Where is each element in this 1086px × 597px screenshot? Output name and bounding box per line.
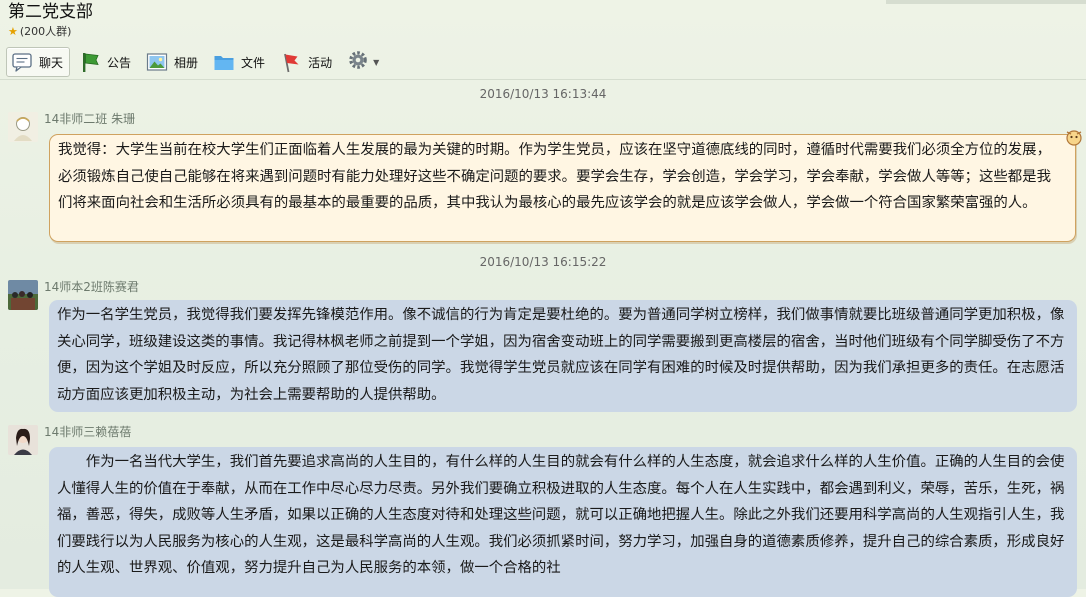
- star-icon: ★: [8, 25, 18, 38]
- tab-files[interactable]: 文件: [209, 47, 271, 77]
- tab-chat-label: 聊天: [39, 55, 64, 70]
- message-timestamp: 2016/10/13 16:15:22: [479, 255, 607, 269]
- tab-chat[interactable]: 聊天: [6, 47, 71, 77]
- message-bubble: 作为一名学生党员，我觉得我们要发挥先锋模范作用。像不诚信的行为肯定是要杜绝的。要…: [49, 300, 1077, 412]
- album-photo-icon: [146, 51, 168, 73]
- tab-album-label: 相册: [174, 55, 199, 70]
- avatar[interactable]: [8, 280, 38, 310]
- announcement-flag-icon: [79, 51, 101, 73]
- avatar[interactable]: [8, 425, 38, 455]
- tab-announcement[interactable]: 公告: [75, 47, 137, 77]
- chat-icon: [11, 51, 33, 73]
- tab-activity[interactable]: 活动: [276, 47, 338, 77]
- bubble-decoration-icon: [1064, 128, 1084, 152]
- member-count: (200人群): [19, 25, 72, 38]
- tab-activity-label: 活动: [308, 55, 333, 70]
- tab-announcement-label: 公告: [107, 55, 132, 70]
- red-flag-icon: [280, 51, 302, 73]
- message-timestamp: 2016/10/13 16:13:44: [479, 87, 607, 101]
- message-text: 作为一名学生党员，我觉得我们要发挥先锋模范作用。像不诚信的行为肯定是要杜绝的。要…: [57, 307, 1065, 403]
- tab-album[interactable]: 相册: [142, 47, 204, 77]
- gear-icon: [347, 49, 369, 75]
- member-count-line: ★ (200人群): [8, 24, 71, 39]
- chevron-down-icon: ▼: [373, 57, 380, 67]
- tab-files-label: 文件: [241, 55, 266, 70]
- group-header: 第二党支部 ★ (200人群) 聊天 公告 相册 文件 活动 ▼: [0, 0, 1086, 80]
- message-text: 我觉得：大学生当前在校大学生们正面临着人生发展的最为关键的时期。作为学生党员，应…: [58, 142, 1051, 211]
- group-title: 第二党支部: [8, 2, 93, 22]
- sender-name[interactable]: 14非师三赖蓓蓓: [44, 423, 131, 440]
- folder-icon: [213, 51, 235, 73]
- sender-name[interactable]: 14非师二班 朱珊: [44, 110, 135, 127]
- group-toolbar: 聊天 公告 相册 文件 活动 ▼: [6, 46, 383, 78]
- avatar[interactable]: [8, 112, 38, 142]
- message-bubble: 我觉得：大学生当前在校大学生们正面临着人生发展的最为关键的时期。作为学生党员，应…: [49, 134, 1076, 242]
- message-text: 作为一名当代大学生，我们首先要追求高尚的人生目的，有什么样的人生目的就会有什么样…: [57, 454, 1065, 576]
- settings-menu-button[interactable]: ▼: [343, 47, 383, 77]
- sender-name[interactable]: 14师本2班陈赛君: [44, 278, 139, 295]
- header-divider: [0, 79, 1086, 80]
- message-bubble: 作为一名当代大学生，我们首先要追求高尚的人生目的，有什么样的人生目的就会有什么样…: [49, 447, 1077, 597]
